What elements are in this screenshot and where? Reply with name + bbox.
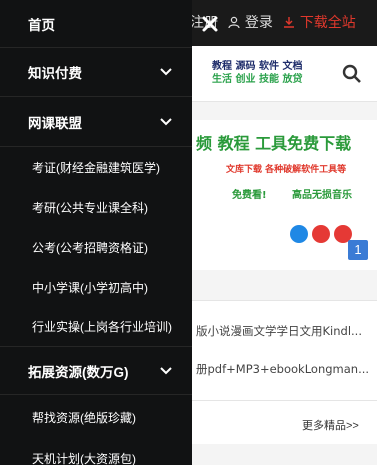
banner-free-label: 免费看! xyxy=(232,190,267,201)
menu-item-label: 天机计划(大资源包) xyxy=(32,451,136,465)
banner-title: 频 教程 工具免费下载 xyxy=(196,134,352,153)
menu-item-knowledge-paid[interactable]: 知识付费 xyxy=(0,48,192,97)
list-item[interactable]: 册pdf+MP3+ebookLongman... xyxy=(196,361,369,377)
chevron-down-icon xyxy=(160,68,172,76)
banner-music-label: 高品无损音乐 xyxy=(292,190,352,201)
menu-subitem-postgrad[interactable]: 考研(公共专业课全科) xyxy=(0,187,192,227)
menu-item-label: 知识付费 xyxy=(28,66,82,81)
more-link[interactable]: 更多精品>> xyxy=(302,417,359,433)
chevron-down-icon xyxy=(160,366,172,374)
menu-item-extended-resources[interactable]: 拓展资源(数万G) xyxy=(0,347,192,395)
menu-item-home[interactable]: 首页 xyxy=(0,0,192,48)
menu-item-online-course[interactable]: 网课联盟 xyxy=(0,97,192,147)
download-link[interactable]: 下载全站 xyxy=(300,15,356,31)
nav-row-2[interactable]: 生活 创业 技能 放贷 xyxy=(212,73,312,86)
menu-item-label: 中小学课(小学初高中) xyxy=(32,280,148,295)
menu-subitem-industry-practice[interactable]: 行业实操(上岗各行业培训) xyxy=(0,307,192,347)
menu-item-label: 网课联盟 xyxy=(28,115,82,131)
menu-subitem-k12[interactable]: 中小学课(小学初高中) xyxy=(0,267,192,307)
menu-item-label: 首页 xyxy=(28,17,55,33)
menu-subitem-tianji-plan[interactable]: 天机计划(大资源包) xyxy=(0,438,192,465)
user-icon xyxy=(228,16,241,29)
banner-page-badge[interactable]: 1 xyxy=(348,240,368,260)
search-icon[interactable] xyxy=(342,64,362,84)
side-menu: 首页 知识付费 网课联盟 考证(财经金融建筑医学) 考研(公共专业课全科) 公考… xyxy=(0,0,192,465)
app-icon xyxy=(312,225,330,243)
app-icon xyxy=(290,225,308,243)
site-nav: 教程 源码 软件 文档 生活 创业 技能 放贷 xyxy=(212,60,312,86)
banner-subtitle: 文库下载 各种破解软件工具等 xyxy=(226,165,347,175)
banner-app-icons xyxy=(290,225,352,243)
menu-subitem-find-resources[interactable]: 帮找资源(绝版珍藏) xyxy=(0,396,192,438)
close-icon[interactable] xyxy=(200,14,220,34)
login-link[interactable]: 登录 xyxy=(245,15,273,31)
menu-item-label: 帮找资源(绝版珍藏) xyxy=(32,410,136,425)
menu-item-label: 行业实操(上岗各行业培训) xyxy=(32,320,172,334)
nav-row-1[interactable]: 教程 源码 软件 文档 xyxy=(212,60,312,73)
menu-item-label: 考研(公共专业课全科) xyxy=(32,200,148,215)
download-icon xyxy=(284,17,295,28)
menu-item-label: 拓展资源(数万G) xyxy=(28,364,129,380)
menu-item-label: 公考(公考招聘资格证) xyxy=(32,240,148,255)
chevron-down-icon xyxy=(160,117,172,125)
menu-item-label: 考证(财经金融建筑医学) xyxy=(32,160,160,175)
menu-subitem-certification[interactable]: 考证(财经金融建筑医学) xyxy=(0,147,192,187)
resource-list xyxy=(192,300,377,400)
list-item[interactable]: 版小说漫画文学学日文用Kindl... xyxy=(196,323,362,339)
menu-subitem-civil-service[interactable]: 公考(公考招聘资格证) xyxy=(0,227,192,267)
